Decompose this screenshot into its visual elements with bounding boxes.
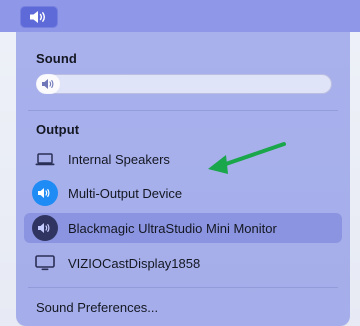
- screenshot-frame: Sound Output Internal Speakers Multi-Out…: [0, 0, 360, 326]
- output-device-label: Blackmagic UltraStudio Mini Monitor: [68, 220, 277, 236]
- output-device-internal-speakers[interactable]: Internal Speakers: [24, 144, 342, 174]
- sound-preferences-link[interactable]: Sound Preferences...: [36, 300, 158, 315]
- divider: [28, 110, 338, 111]
- output-device-multi-output[interactable]: Multi-Output Device: [24, 178, 342, 208]
- divider: [28, 287, 338, 288]
- menubar: [0, 0, 360, 32]
- volume-slider[interactable]: [36, 74, 332, 94]
- output-device-label: Internal Speakers: [68, 151, 170, 167]
- output-device-label: Multi-Output Device: [68, 185, 183, 201]
- output-device-blackmagic[interactable]: Blackmagic UltraStudio Mini Monitor: [24, 213, 342, 243]
- speaker-icon: [32, 180, 58, 206]
- sound-section-title: Sound: [36, 51, 77, 66]
- laptop-icon: [32, 146, 58, 172]
- menubar-sound-button[interactable]: [20, 6, 58, 28]
- output-device-vizio[interactable]: VIZIOCastDisplay1858: [24, 248, 342, 278]
- output-device-label: VIZIOCastDisplay1858: [68, 255, 201, 271]
- sound-menu-panel: Sound Output Internal Speakers Multi-Out…: [16, 32, 350, 326]
- speaker-small-icon: [42, 79, 54, 89]
- output-section-title: Output: [36, 122, 80, 137]
- speaker-icon: [30, 11, 45, 23]
- monitor-icon: [32, 250, 58, 276]
- speaker-icon: [32, 215, 58, 241]
